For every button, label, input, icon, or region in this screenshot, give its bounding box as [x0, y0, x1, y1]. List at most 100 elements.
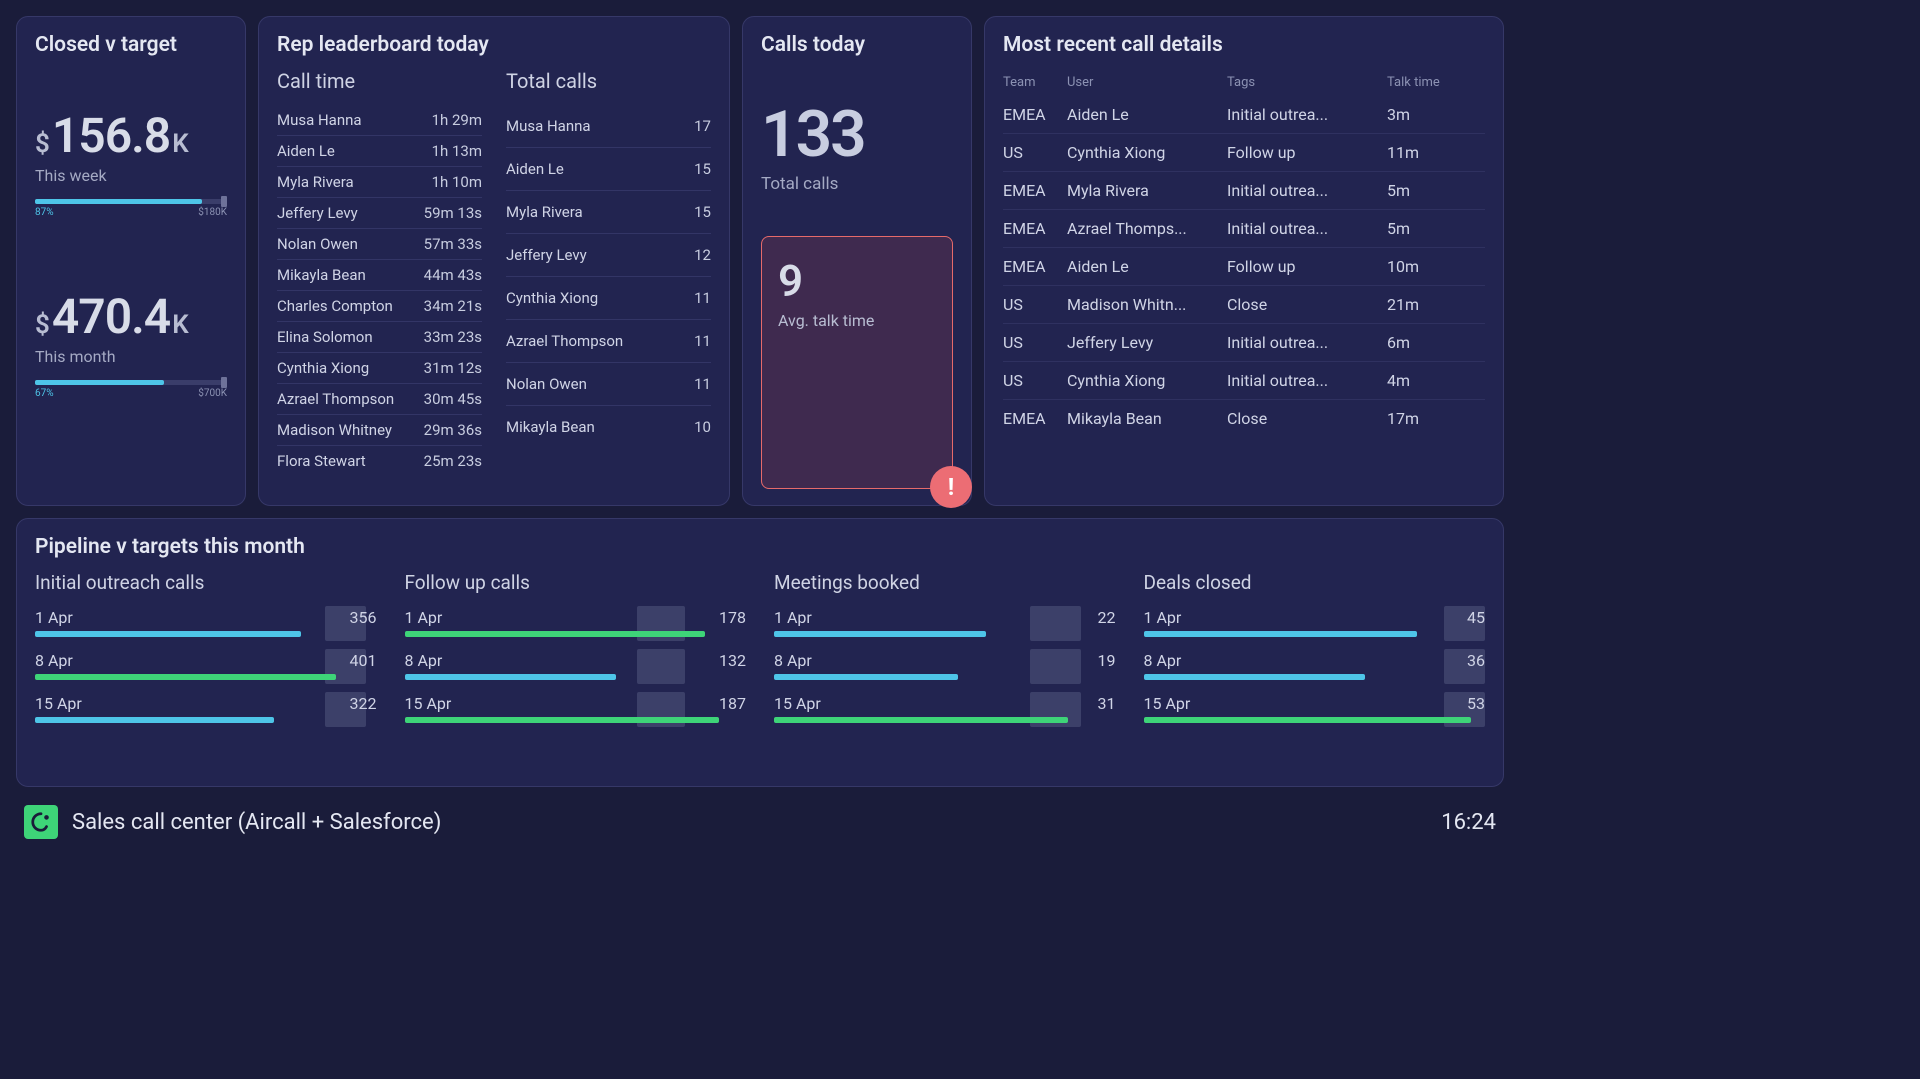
rep-value: 44m 43s	[424, 266, 482, 284]
leaderboard-call-time: Call time Musa Hanna1h 29mAiden Le1h 13m…	[277, 69, 482, 476]
avg-talk-value: 9	[778, 255, 936, 307]
pipeline-value: 132	[719, 651, 746, 670]
rep-name: Myla Rivera	[277, 173, 354, 191]
rep-value: 1h 13m	[432, 142, 482, 160]
cell-user: Aiden Le	[1067, 105, 1227, 124]
cell-team: US	[1003, 143, 1067, 162]
list-item: Charles Compton 34m 21s	[277, 291, 482, 322]
pipeline-bar	[35, 717, 274, 723]
rep-name: Azrael Thompson	[506, 332, 623, 350]
list-item: Mikayla Bean 44m 43s	[277, 260, 482, 291]
rep-value: 29m 36s	[424, 421, 482, 439]
cell-user: Mikayla Bean	[1067, 409, 1227, 428]
rep-value: 57m 33s	[424, 235, 482, 253]
cell-talk: 4m	[1387, 371, 1457, 390]
pipeline-value: 401	[350, 651, 377, 670]
cell-user: Myla Rivera	[1067, 181, 1227, 200]
progress-pct: 87%	[35, 207, 54, 218]
rep-name: Musa Hanna	[506, 117, 591, 135]
list-item: Aiden Le 15	[506, 148, 711, 191]
leaderboard-card: Rep leaderboard today Call time Musa Han…	[258, 16, 730, 506]
pipeline-section: Initial outreach calls1 Apr3568 Apr40115…	[35, 571, 377, 737]
cell-talk: 17m	[1387, 409, 1457, 428]
list-item: Musa Hanna17	[506, 105, 711, 148]
pipeline-row: 8 Apr132	[405, 651, 747, 680]
progress-bar	[35, 380, 227, 385]
card-title: Closed v target	[35, 33, 227, 57]
suffix: K	[172, 310, 188, 340]
rep-value: 1h 10m	[432, 173, 482, 191]
suffix: K	[172, 129, 188, 159]
rep-value: 11	[694, 332, 711, 350]
list-item: Mikayla Bean10	[506, 406, 711, 448]
rep-name: Mikayla Bean	[506, 418, 595, 436]
rep-name: Cynthia Xiong	[277, 359, 369, 377]
cell-talk: 5m	[1387, 219, 1457, 238]
cell-team: EMEA	[1003, 181, 1067, 200]
alert-icon: !	[930, 466, 972, 508]
pipeline-value: 187	[719, 694, 746, 713]
pipeline-value: 53	[1467, 694, 1485, 713]
rep-value: 34m 21s	[424, 297, 482, 315]
pipeline-date: 8 Apr	[1144, 651, 1182, 670]
pipeline-bar	[774, 631, 986, 637]
closed-v-target-card: Closed v target $ 156.8 K This week 87%$…	[16, 16, 246, 506]
list-item: Nolan Owen57m 33s	[277, 229, 482, 260]
rep-name: Aiden Le	[277, 142, 335, 160]
rep-name: Mikayla Bean	[277, 266, 366, 284]
cell-user: Madison Whitn...	[1067, 295, 1227, 314]
table-row: EMEAAiden LeFollow up10m	[1003, 248, 1485, 286]
list-item: Myla Rivera 15	[506, 191, 711, 234]
total-calls-label: Total calls	[761, 174, 953, 194]
pipeline-row: 15 Apr 187	[405, 694, 747, 723]
pipeline-bar	[1144, 674, 1366, 680]
progress-bar	[35, 199, 227, 204]
pipeline-subtitle: Initial outreach calls	[35, 571, 377, 594]
list-item: Madison Whitney 29m 36s	[277, 415, 482, 446]
pipeline-date: 15 Apr	[774, 694, 821, 713]
list-item: Azrael Thompson30m 45s	[277, 384, 482, 415]
list-item: Cynthia Xiong31m 12s	[277, 353, 482, 384]
list-item: Musa Hanna1h 29m	[277, 105, 482, 136]
rep-value: 33m 23s	[424, 328, 482, 346]
cell-talk: 6m	[1387, 333, 1457, 352]
pipeline-value: 322	[350, 694, 377, 713]
closed-week-value: 156.8	[52, 107, 170, 164]
lb-subtitle: Total calls	[506, 69, 711, 93]
period-label: This week	[35, 166, 227, 185]
rep-name: Aiden Le	[506, 160, 564, 178]
list-item: Jeffery Levy12	[506, 234, 711, 277]
list-item: Myla Rivera 1h 10m	[277, 167, 482, 198]
col-team: Team	[1003, 75, 1067, 90]
pipeline-subtitle: Follow up calls	[405, 571, 747, 594]
pipeline-row: 1 Apr22	[774, 608, 1116, 637]
pipeline-section: Follow up calls1 Apr1788 Apr13215 Apr187	[405, 571, 747, 737]
rep-name: Flora Stewart	[277, 452, 366, 470]
rep-value: 1h 29m	[432, 111, 482, 129]
rep-name: Jeffery Levy	[277, 204, 358, 222]
pipeline-row: 15 Apr53	[1144, 694, 1486, 723]
rep-value: 15	[694, 160, 711, 178]
pipeline-date: 15 Apr	[405, 694, 452, 713]
avg-talk-label: Avg. talk time	[778, 311, 936, 330]
pipeline-bar	[1144, 717, 1472, 723]
cell-tags: Initial outrea...	[1227, 219, 1387, 238]
currency-symbol: $	[35, 310, 50, 340]
pipeline-row: 8 Apr36	[1144, 651, 1486, 680]
rep-name: Madison Whitney	[277, 421, 392, 439]
cell-team: EMEA	[1003, 105, 1067, 124]
rep-name: Charles Compton	[277, 297, 393, 315]
pipeline-row: 1 Apr45	[1144, 608, 1486, 637]
list-item: Elina Solomon33m 23s	[277, 322, 482, 353]
avg-talk-time-alert: 9 Avg. talk time !	[761, 236, 953, 489]
pipeline-row: 15 Apr31	[774, 694, 1116, 723]
rep-value: 25m 23s	[424, 452, 482, 470]
cell-team: US	[1003, 371, 1067, 390]
rep-value: 30m 45s	[424, 390, 482, 408]
pipeline-date: 1 Apr	[774, 608, 812, 627]
rep-value: 15	[694, 203, 711, 221]
rep-name: Myla Rivera	[506, 203, 583, 221]
recent-calls-card: Most recent call details Team User Tags …	[984, 16, 1504, 506]
list-item: Flora Stewart 25m 23s	[277, 446, 482, 476]
pipeline-subtitle: Meetings booked	[774, 571, 1116, 594]
